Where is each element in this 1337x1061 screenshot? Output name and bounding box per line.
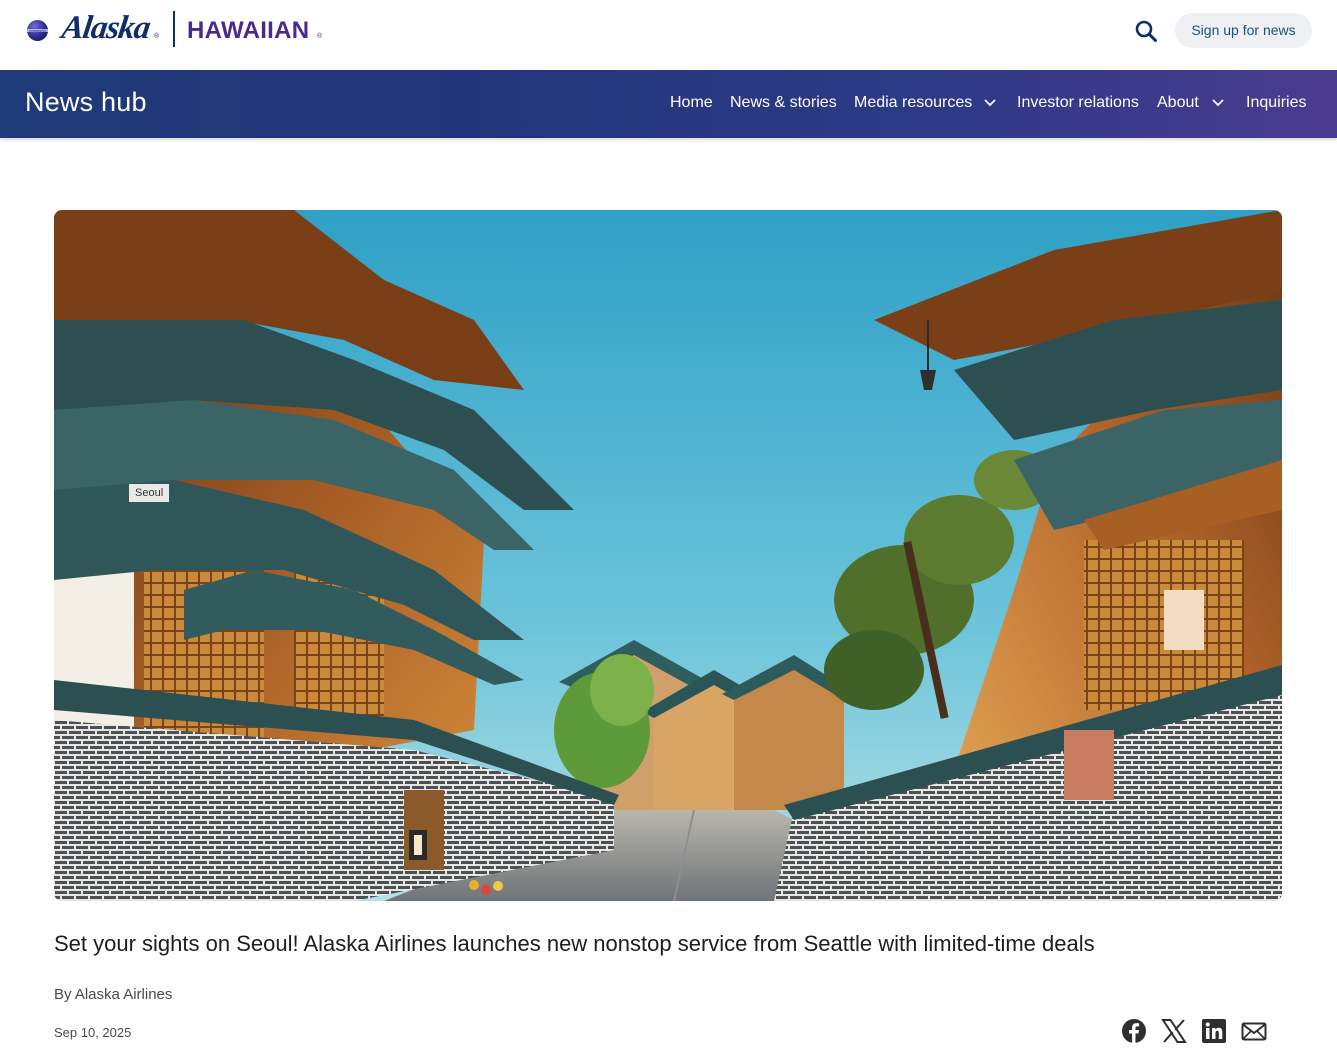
- nav-news-stories[interactable]: News & stories: [730, 94, 837, 112]
- nav-investor-relations[interactable]: Investor relations: [1017, 94, 1139, 112]
- linkedin-icon[interactable]: [1201, 1018, 1227, 1044]
- image-location-tag: Seoul: [129, 484, 170, 502]
- oneworld-text: oneworld: [29, 28, 46, 33]
- alaska-logo[interactable]: Alaska: [59, 10, 153, 47]
- hawaiian-logo[interactable]: HAWAIIAN: [187, 17, 309, 45]
- top-bar: oneworld Alaska ® HAWAIIAN ® Sign up for…: [0, 0, 1337, 70]
- article-headline[interactable]: Set your sights on Seoul! Alaska Airline…: [54, 931, 1282, 957]
- news-hub-nav: News hub Home News & stories Media resou…: [0, 70, 1337, 138]
- nav-inquiries[interactable]: Inquiries: [1246, 94, 1306, 112]
- news-hub-title[interactable]: News hub: [25, 87, 147, 118]
- hawaiian-registered-mark: ®: [317, 33, 323, 40]
- sign-up-for-news-button[interactable]: Sign up for news: [1175, 13, 1312, 48]
- nav-about[interactable]: About: [1157, 94, 1199, 112]
- facebook-icon[interactable]: [1121, 1018, 1147, 1044]
- hero-image: Seoul: [54, 210, 1282, 901]
- nav-home[interactable]: Home: [670, 94, 713, 112]
- alaska-registered-mark: ®: [154, 33, 160, 40]
- chevron-down-icon[interactable]: [983, 98, 997, 108]
- article-date: Sep 10, 2025: [54, 1025, 132, 1040]
- chevron-down-icon[interactable]: [1211, 98, 1225, 108]
- search-icon[interactable]: [1134, 19, 1158, 43]
- email-icon[interactable]: [1241, 1018, 1267, 1044]
- x-icon[interactable]: [1161, 1018, 1187, 1044]
- logo-divider: [173, 11, 175, 47]
- seoul-hanok-street-illustration: [54, 210, 1282, 901]
- article-byline: By Alaska Airlines: [54, 986, 173, 1003]
- oneworld-logo: oneworld: [27, 20, 48, 41]
- nav-media-resources[interactable]: Media resources: [854, 94, 972, 112]
